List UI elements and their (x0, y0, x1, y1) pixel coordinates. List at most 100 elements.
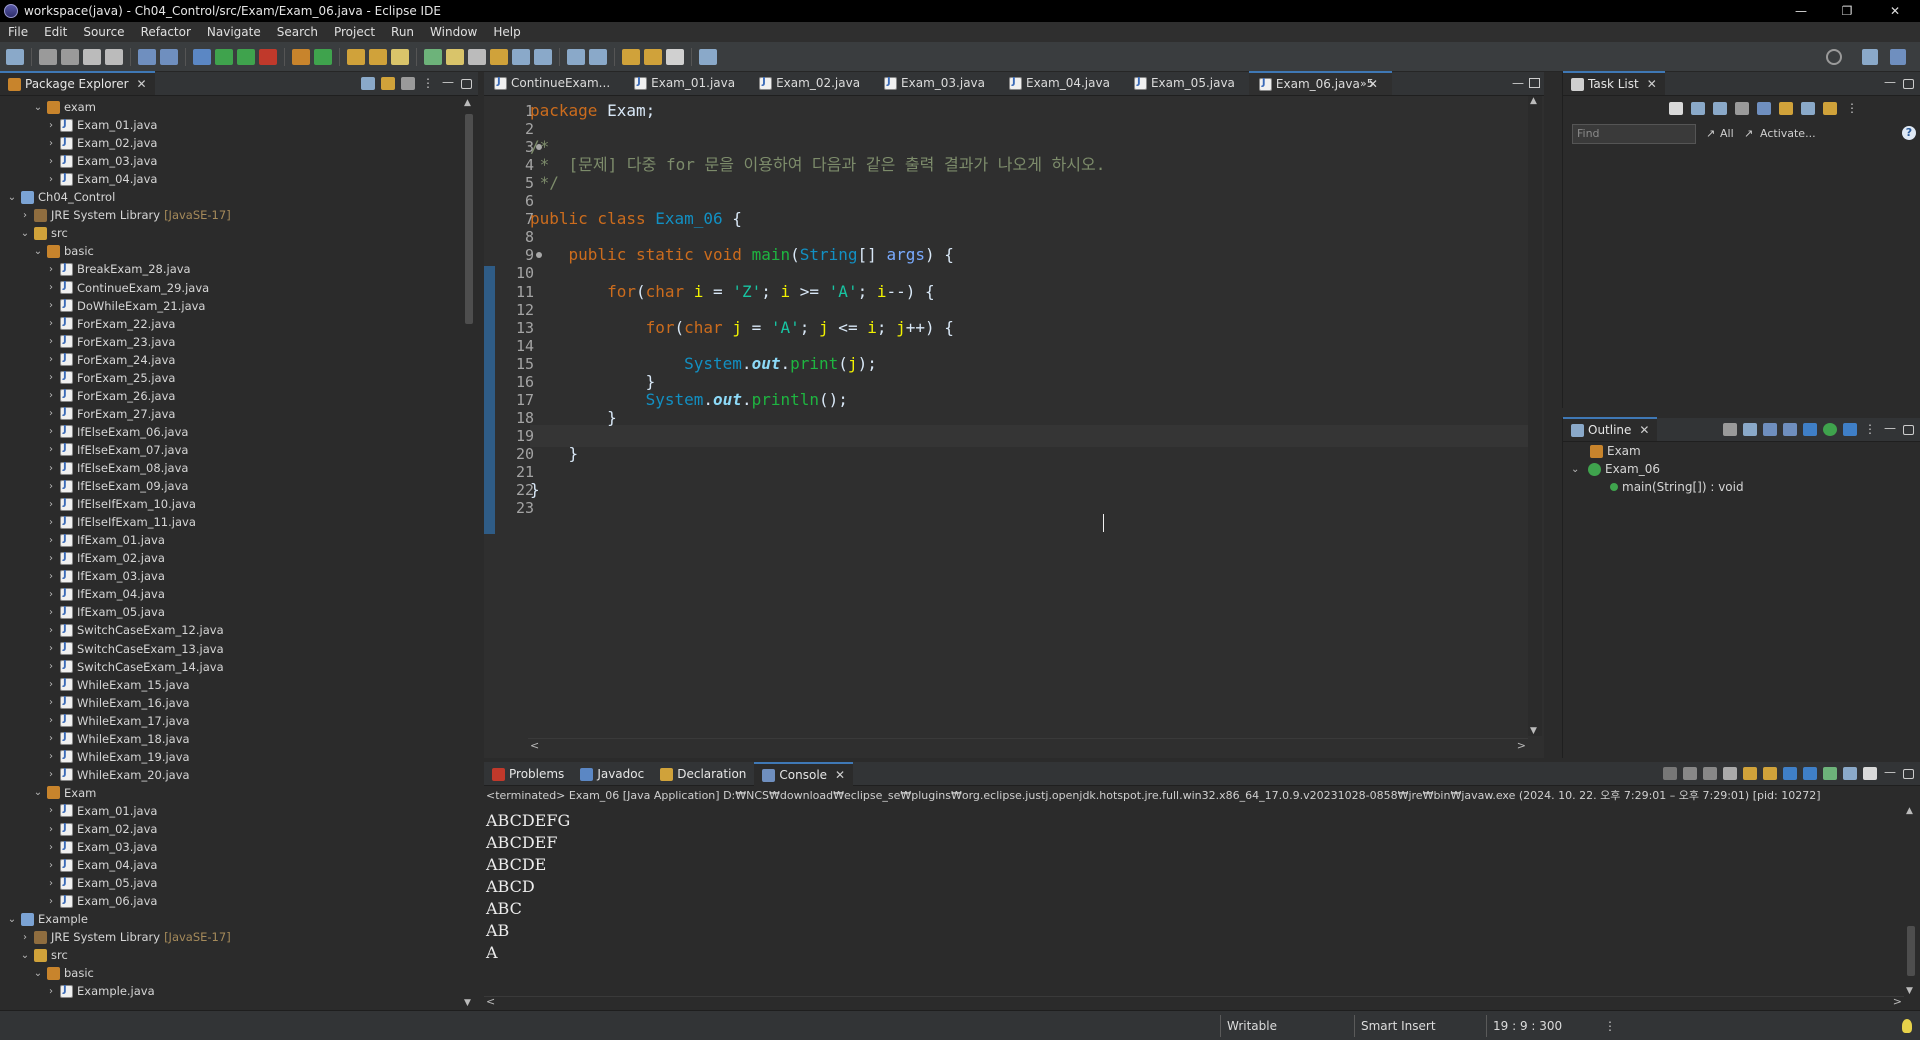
expand-twisty-icon[interactable]: › (45, 499, 57, 510)
tree-item[interactable]: › ForExam_22.java (45, 315, 175, 333)
expand-twisty-icon[interactable]: › (45, 156, 57, 167)
link-with-editor-icon[interactable] (381, 77, 395, 90)
tree-item[interactable]: › SwitchCaseExam_13.java (45, 640, 224, 658)
expand-twisty-icon[interactable]: › (45, 661, 57, 672)
open-task-icon[interactable] (369, 48, 387, 65)
tree-item[interactable]: ⌄ src (19, 224, 68, 242)
outline-item-method[interactable]: main(String[]) : void (1607, 478, 1744, 496)
outline-item-class[interactable]: ⌄ Exam_06 (1571, 460, 1660, 478)
tab-outline[interactable]: Outline ✕ (1563, 417, 1658, 441)
remove-launch-icon[interactable] (1683, 767, 1697, 780)
tree-item[interactable]: ⌄ Ch04_Control (6, 188, 115, 206)
tab-problems[interactable]: Problems (484, 762, 572, 786)
filter-icon[interactable] (401, 77, 415, 90)
expand-twisty-icon[interactable]: › (45, 535, 57, 546)
scroll-lock-icon[interactable] (1743, 767, 1757, 780)
expand-twisty-icon[interactable]: › (45, 408, 57, 419)
task-activate-link[interactable]: Activate... (1760, 127, 1816, 140)
menu-window[interactable]: Window (422, 25, 485, 39)
expand-twisty-icon[interactable]: › (45, 878, 57, 889)
skip-breakpoints-icon[interactable] (160, 48, 178, 65)
tree-item[interactable]: › SwitchCaseExam_12.java (45, 621, 224, 639)
expand-twisty-icon[interactable]: › (45, 607, 57, 618)
scheduled-icon[interactable] (1713, 102, 1727, 115)
focus-active-task-icon[interactable] (1723, 423, 1737, 436)
status-insert-mode[interactable]: Smart Insert (1354, 1015, 1484, 1037)
annotation-icon[interactable] (424, 48, 442, 65)
collapse-all-icon[interactable] (1743, 423, 1757, 436)
expand-twisty-icon[interactable]: › (45, 138, 57, 149)
clear-console-icon[interactable] (1723, 767, 1737, 780)
tree-item[interactable]: › WhileExam_15.java (45, 676, 190, 694)
expand-twisty-icon[interactable]: › (45, 860, 57, 871)
display-console-icon[interactable] (1843, 767, 1857, 780)
expand-twisty-icon[interactable]: › (45, 589, 57, 600)
redo-icon[interactable] (105, 48, 123, 65)
new-java-project-icon[interactable] (292, 48, 310, 65)
collapse-all-icon[interactable] (1801, 102, 1815, 115)
tree-item[interactable]: › ForExam_25.java (45, 369, 175, 387)
expand-twisty-icon[interactable]: › (45, 553, 57, 564)
expand-twisty-icon[interactable]: › (45, 336, 57, 347)
minimize-view-icon[interactable]: — (441, 76, 455, 90)
expand-twisty-icon[interactable]: › (45, 733, 57, 744)
menu-search[interactable]: Search (269, 25, 326, 39)
run-icon[interactable] (215, 48, 233, 65)
open-console-icon[interactable] (1863, 767, 1877, 780)
tree-item[interactable]: › WhileExam_16.java (45, 694, 190, 712)
tree-item[interactable]: › IfElseExam_07.java (45, 441, 188, 459)
tree-item[interactable]: › Exam_01.java (45, 116, 157, 134)
debug-icon[interactable] (193, 48, 211, 65)
editor-tab[interactable]: Exam_01.java (624, 71, 749, 95)
expand-twisty-icon[interactable]: › (45, 426, 57, 437)
editor-tab[interactable]: Exam_03.java (874, 71, 999, 95)
tree-item[interactable]: ⌄ exam (32, 98, 96, 116)
tab-package-explorer[interactable]: Package Explorer ✕ (0, 71, 155, 95)
coverage-icon[interactable] (237, 48, 255, 65)
remove-all-terminated-icon[interactable] (1703, 767, 1717, 780)
help-icon[interactable]: ? (1902, 126, 1916, 140)
collapse-all-icon[interactable] (361, 77, 375, 90)
sort-icon[interactable] (1763, 423, 1777, 436)
hide-local-types-icon[interactable] (1843, 423, 1857, 436)
tree-item[interactable]: › Exam_05.java (45, 874, 157, 892)
expand-twisty-icon[interactable]: › (45, 824, 57, 835)
tree-item[interactable]: › IfExam_04.java (45, 585, 165, 603)
minimize-view-icon[interactable]: — (1883, 76, 1897, 90)
menu-file[interactable]: File (0, 25, 36, 39)
tree-item[interactable]: › IfElseExam_08.java (45, 459, 188, 477)
terminate-icon[interactable] (1663, 767, 1677, 780)
prev-annotation-icon[interactable] (589, 48, 607, 65)
expand-twisty-icon[interactable]: › (45, 769, 57, 780)
expand-twisty-icon[interactable]: › (45, 264, 57, 275)
maximize-view-icon[interactable] (461, 79, 472, 89)
task-filter-all[interactable]: All (1720, 127, 1734, 140)
expand-twisty-icon[interactable]: › (45, 282, 57, 293)
expand-twisty-icon[interactable]: › (45, 625, 57, 636)
tree-item[interactable]: › Exam_02.java (45, 134, 157, 152)
terminal-icon[interactable] (138, 48, 156, 65)
save-icon[interactable] (39, 48, 57, 65)
tree-item[interactable]: › ForExam_23.java (45, 333, 175, 351)
expand-twisty-icon[interactable]: › (45, 697, 57, 708)
expand-twisty-icon[interactable]: › (45, 643, 57, 654)
tab-javadoc[interactable]: Javadoc (572, 762, 652, 786)
tree-item[interactable]: › WhileExam_20.java (45, 766, 190, 784)
hide-non-public-icon[interactable] (1823, 423, 1837, 436)
maximize-editor-icon[interactable] (1529, 78, 1540, 88)
editor-vertical-scrollbar[interactable]: ▲ ▼ (1528, 96, 1542, 736)
tree-item[interactable]: ⌄ src (19, 946, 68, 964)
collapse-twisty-icon[interactable]: ⌄ (32, 102, 44, 113)
collapse-twisty-icon[interactable]: ⌄ (19, 950, 31, 961)
minimize-view-icon[interactable]: — (1883, 422, 1897, 436)
maximize-view-icon[interactable] (1903, 425, 1914, 435)
collapse-twisty-icon[interactable]: ⌄ (19, 228, 31, 239)
expand-twisty-icon[interactable]: › (19, 210, 31, 221)
menu-run[interactable]: Run (383, 25, 422, 39)
tree-item[interactable]: › BreakExam_28.java (45, 260, 191, 278)
expand-twisty-icon[interactable]: › (45, 751, 57, 762)
toggle-mark-icon[interactable] (468, 48, 486, 65)
minimize-button[interactable]: — (1778, 0, 1824, 22)
maximize-view-icon[interactable] (1903, 769, 1914, 779)
close-icon[interactable]: ✕ (1639, 423, 1649, 437)
